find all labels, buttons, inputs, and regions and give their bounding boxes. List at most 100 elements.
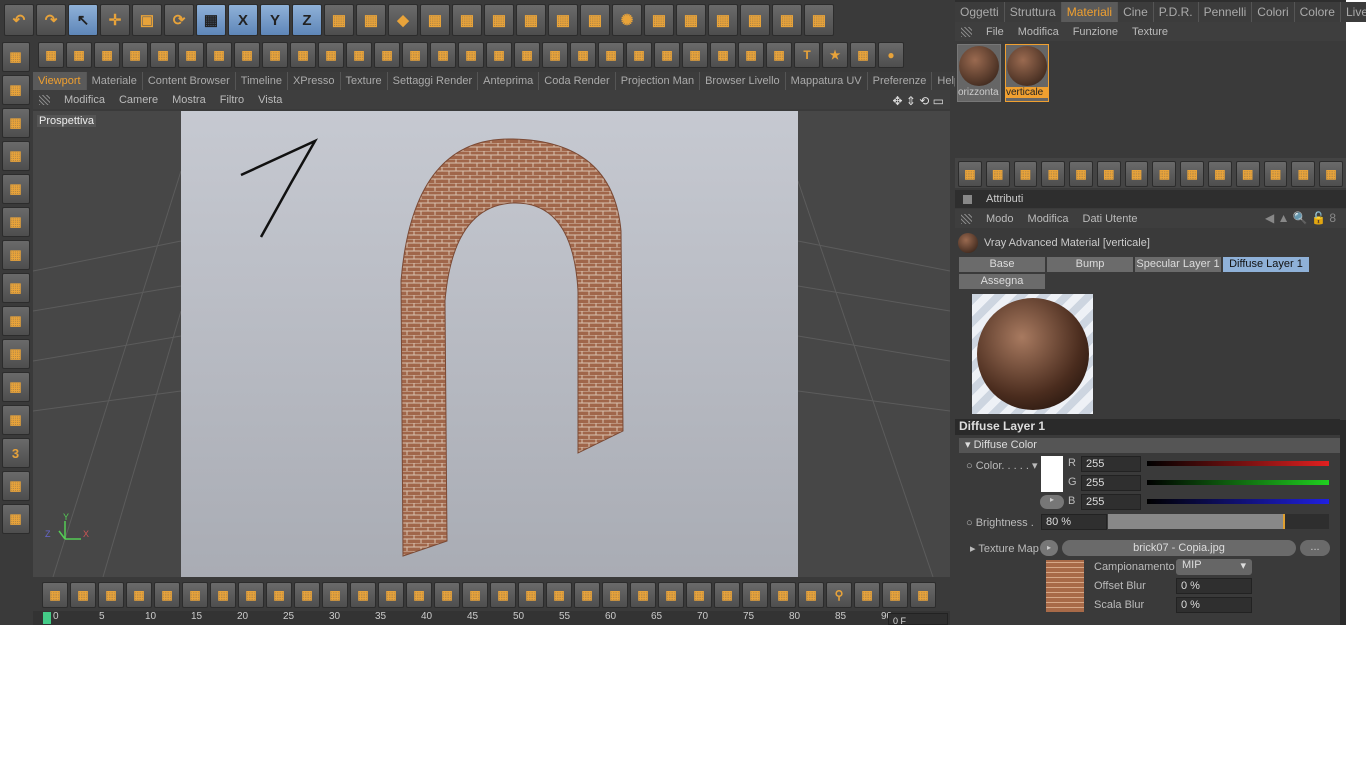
scene-icon[interactable]: ▦ <box>548 4 578 36</box>
drop-icon[interactable]: ▦ <box>738 42 764 68</box>
grid-icon[interactable]: ▦ <box>486 42 512 68</box>
tab-colore[interactable]: Colore <box>1294 2 1341 22</box>
sketch-icon[interactable]: ▦ <box>772 4 802 36</box>
y-axis-icon[interactable]: Y <box>260 4 290 36</box>
viewport[interactable]: Y X Z Prospettiva <box>33 111 950 577</box>
tab-colori[interactable]: Colori <box>1252 2 1295 22</box>
bucket-icon[interactable]: ▦ <box>910 582 936 608</box>
tile-e-icon[interactable]: ▦ <box>658 582 684 608</box>
menu-funzione[interactable]: Funzione <box>1073 26 1118 38</box>
object2-icon[interactable]: ▦ <box>1 240 30 270</box>
grid-a-icon[interactable]: ▦ <box>266 582 292 608</box>
tab-preferenze[interactable]: Preferenze <box>867 72 933 90</box>
redo-icon[interactable]: ↷ <box>36 4 66 36</box>
material-icon[interactable]: ▦ <box>42 582 68 608</box>
gear-icon[interactable]: ▦ <box>882 582 908 608</box>
checker2-icon[interactable]: ▦ <box>402 42 428 68</box>
tab-pdr[interactable]: P.D.R. <box>1153 2 1199 22</box>
eyedropper-icon[interactable]: ▦ <box>850 42 876 68</box>
tile-f-icon[interactable]: ▦ <box>686 582 712 608</box>
offset-blur-field[interactable]: 0 % <box>1176 578 1252 594</box>
tab-oggetti[interactable]: Oggetti <box>955 2 1005 22</box>
model-icon[interactable]: ▦ <box>1 141 30 171</box>
fit-icon[interactable]: ▦ <box>490 582 516 608</box>
channel-tab-diffuse-layer-1[interactable]: Diffuse Layer 1 <box>1222 256 1310 273</box>
scrollbar[interactable] <box>1340 420 1346 625</box>
layer-b-icon[interactable]: ▦ <box>98 582 124 608</box>
line-icon[interactable]: ▦ <box>570 42 596 68</box>
tab-settaggi-render[interactable]: Settaggi Render <box>387 72 479 90</box>
eraser-icon[interactable]: ▦ <box>682 42 708 68</box>
object-icon[interactable]: ▦ <box>1 207 30 237</box>
color-swatch[interactable] <box>1041 456 1063 492</box>
lock-icon[interactable]: ▦ <box>122 42 148 68</box>
tab-projection-man[interactable]: Projection Man <box>615 72 701 90</box>
material-tool-icon[interactable]: ▦ <box>985 161 1010 187</box>
axis-icon[interactable]: ▦ <box>1 174 30 204</box>
layer-icon[interactable]: ▦ <box>430 42 456 68</box>
gear-outline-icon[interactable]: ▦ <box>854 582 880 608</box>
material-tool-icon[interactable]: ▦ <box>1013 161 1038 187</box>
hair-icon[interactable]: ▦ <box>740 4 770 36</box>
text-mode-icon[interactable]: ▦ <box>1 504 30 534</box>
spline-icon[interactable]: ▦ <box>420 4 450 36</box>
grid-d-icon[interactable]: ▦ <box>350 582 376 608</box>
menu-modifica[interactable]: Modifica <box>1028 213 1069 225</box>
sun-icon[interactable]: ● <box>878 42 904 68</box>
z-axis-icon[interactable]: Z <box>292 4 322 36</box>
b-field[interactable]: 255 <box>1081 494 1141 510</box>
menu-dati-utente[interactable]: Dati Utente <box>1083 213 1138 225</box>
menu-modifica[interactable]: Modifica <box>64 94 105 106</box>
sky-icon[interactable]: ▦ <box>676 4 706 36</box>
cube-icon[interactable]: ◆ <box>388 4 418 36</box>
tile-c-icon[interactable]: ▦ <box>602 582 628 608</box>
menu-vista[interactable]: Vista <box>258 94 282 106</box>
edges-icon[interactable]: ▦ <box>66 42 92 68</box>
timeline-playhead[interactable] <box>43 612 51 624</box>
browse-button[interactable]: ... <box>1300 540 1330 556</box>
nurbs-icon[interactable]: ▦ <box>452 4 482 36</box>
coordinate-system-icon[interactable]: ▦ <box>324 4 354 36</box>
render-view-icon[interactable]: ▦ <box>356 4 386 36</box>
scale-blur-field[interactable]: 0 % <box>1176 597 1252 613</box>
pen-icon[interactable]: ▦ <box>458 42 484 68</box>
tab-materiali[interactable]: Materiali <box>1061 2 1119 22</box>
bodypaint-icon[interactable]: ▦ <box>1 405 30 435</box>
down-icon[interactable]: ▦ <box>406 582 432 608</box>
tile-b-icon[interactable]: ▦ <box>546 582 572 608</box>
channel-tab-assegna[interactable]: Assegna <box>958 273 1046 290</box>
points-icon[interactable]: ▦ <box>38 42 64 68</box>
tab-browser-livello[interactable]: Browser Livello <box>700 72 786 90</box>
texture-mode-icon[interactable]: ▦ <box>1 339 30 369</box>
tab-timeline[interactable]: Timeline <box>235 72 288 90</box>
menu-file[interactable]: File <box>986 26 1004 38</box>
undo-icon[interactable]: ↶ <box>4 4 34 36</box>
material-tool-icon[interactable]: ▦ <box>1041 161 1066 187</box>
layer-a-icon[interactable]: ▦ <box>70 582 96 608</box>
material-tool-icon[interactable]: ▦ <box>1319 161 1343 187</box>
tab-xpresso[interactable]: XPresso <box>287 72 341 90</box>
r-field[interactable]: 255 <box>1081 456 1141 472</box>
material-swatch[interactable]: orizzonta <box>957 44 1001 102</box>
grid-c-icon[interactable]: ▦ <box>322 582 348 608</box>
select-icon[interactable]: ↖ <box>68 4 98 36</box>
array-icon[interactable]: ▦ <box>484 4 514 36</box>
texture-expand-button[interactable]: ▸ <box>1040 540 1058 556</box>
frame-icon[interactable]: ▦ <box>710 42 736 68</box>
deformer-icon[interactable]: ▦ <box>516 4 546 36</box>
paint-3-icon[interactable]: ▦ <box>262 42 288 68</box>
tab-anteprima[interactable]: Anteprima <box>478 72 540 90</box>
menu-mostra[interactable]: Mostra <box>172 94 206 106</box>
proj-3-icon[interactable]: ▦ <box>210 582 236 608</box>
polygons-icon[interactable]: ▦ <box>94 42 120 68</box>
proj-1-icon[interactable]: ▦ <box>154 582 180 608</box>
tab-coda-render[interactable]: Coda Render <box>539 72 616 90</box>
snap-icon[interactable]: ▦ <box>1 471 30 501</box>
brush2-icon[interactable]: ▦ <box>626 42 652 68</box>
tab-texture[interactable]: Texture <box>340 72 388 90</box>
selection-icon[interactable]: ▦ <box>542 42 568 68</box>
channel-tab-bump[interactable]: Bump <box>1046 256 1134 273</box>
expand-icon[interactable]: ▦ <box>462 582 488 608</box>
material-tool-icon[interactable]: ▦ <box>1152 161 1177 187</box>
material-tool-icon[interactable]: ▦ <box>958 161 982 187</box>
